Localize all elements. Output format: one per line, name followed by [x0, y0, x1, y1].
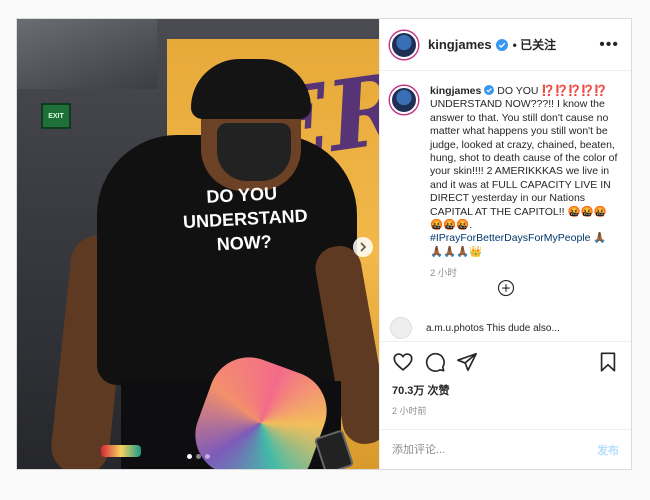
face-mask — [217, 123, 291, 181]
post-comment-button[interactable]: 发布 — [597, 442, 619, 458]
post-side-panel: kingjames • 已关注 ••• kingjames DO YOU ⁉️⁉… — [379, 19, 631, 469]
post-header: kingjames • 已关注 ••• — [380, 19, 631, 71]
more-options-icon[interactable]: ••• — [599, 36, 619, 52]
caption-body: kingjames DO YOU ⁉️⁉️⁉️⁉️⁉️ UNDERSTAND N… — [430, 85, 619, 281]
commenter-avatar[interactable] — [390, 317, 412, 339]
heart-icon[interactable] — [392, 351, 414, 373]
add-comment-bar: 发布 — [380, 429, 631, 469]
like-count[interactable]: 70.3万 次赞 — [392, 382, 619, 398]
carousel-dot — [195, 454, 201, 459]
comment-preview: a.m.u.photos This dude also... — [390, 317, 560, 339]
load-more-comments-button[interactable] — [380, 279, 631, 297]
author-username[interactable]: kingjames — [428, 37, 492, 52]
verified-badge-icon — [495, 38, 508, 51]
post-card: EXIT ERS DO YOU UNDERSTAND NOW? kingjame… — [16, 18, 632, 470]
carousel-dot — [186, 454, 192, 459]
post-timestamp[interactable]: 2 小时前 — [392, 404, 619, 417]
person-figure: DO YOU UNDERSTAND NOW? — [48, 45, 379, 469]
following-status[interactable]: • 已关注 — [513, 36, 557, 53]
post-actions: 70.3万 次赞 2 小时前 — [380, 341, 631, 429]
caption-text: DO YOU ⁉️⁉️⁉️⁉️⁉️ UNDERSTAND NOW???!! I … — [430, 85, 618, 232]
carousel-indicator — [17, 454, 379, 459]
chevron-right-icon — [360, 242, 367, 252]
comment-input[interactable] — [392, 443, 597, 456]
action-icons-row — [392, 350, 619, 374]
comment-preview-text: a.m.u.photos This dude also... — [426, 322, 560, 334]
bookmark-icon[interactable] — [597, 351, 619, 373]
verified-badge-icon — [484, 85, 495, 95]
plus-circle-icon — [497, 279, 514, 297]
author-avatar[interactable] — [390, 30, 418, 59]
shirt-slogan: DO YOU UNDERSTAND NOW? — [182, 183, 309, 255]
carousel-next-button[interactable] — [353, 237, 373, 257]
beanie-hat — [191, 59, 311, 119]
comment-icon[interactable] — [424, 351, 446, 373]
post-photo[interactable]: EXIT ERS DO YOU UNDERSTAND NOW? — [17, 19, 379, 469]
caption-row: kingjames DO YOU ⁉️⁉️⁉️⁉️⁉️ UNDERSTAND N… — [390, 85, 619, 281]
comments-area[interactable]: kingjames DO YOU ⁉️⁉️⁉️⁉️⁉️ UNDERSTAND N… — [380, 71, 631, 341]
caption-avatar[interactable] — [390, 86, 418, 114]
share-icon[interactable] — [456, 351, 478, 373]
caption-username[interactable]: kingjames — [430, 85, 481, 97]
carousel-dot — [204, 454, 210, 459]
caption-hashtag[interactable]: #IPrayForBetterDaysForMyPeople — [430, 232, 590, 244]
